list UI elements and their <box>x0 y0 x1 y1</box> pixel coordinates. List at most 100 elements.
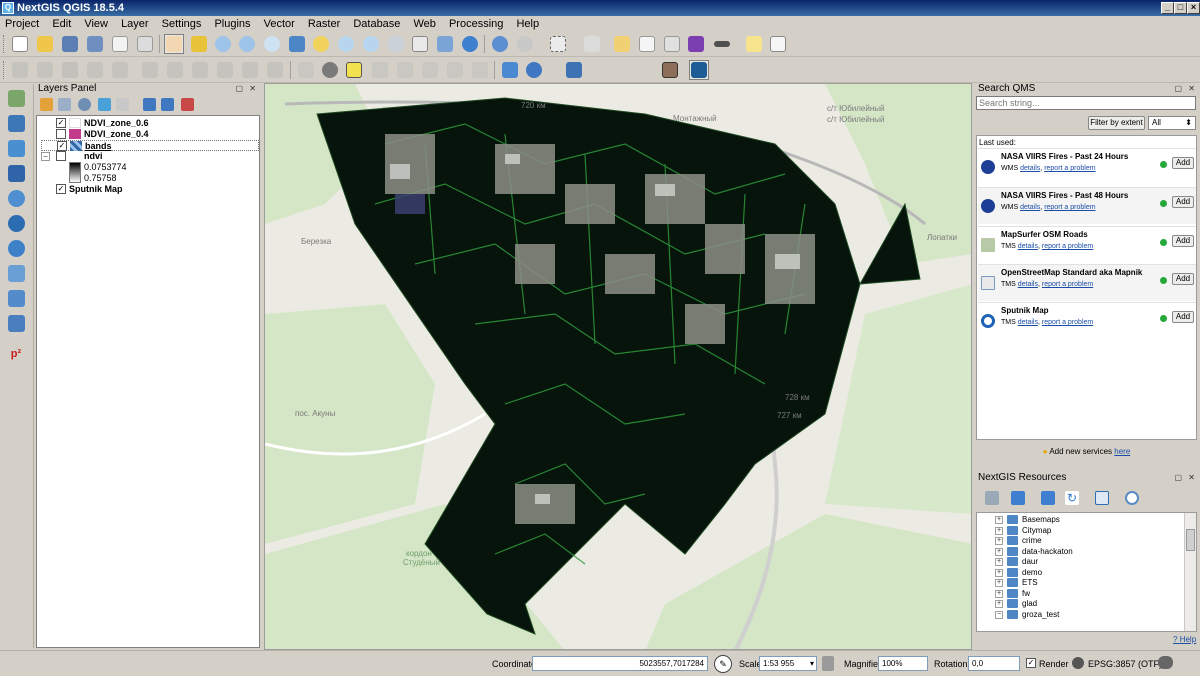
coordinate-field[interactable]: 5023557,7017284 <box>532 656 708 671</box>
zoom-last-button[interactable] <box>361 34 381 54</box>
pan-map-button[interactable] <box>164 34 184 54</box>
service-item[interactable]: NASA VIIRS Fires - Past 24 Hours WMS det… <box>978 148 1196 185</box>
layer-labeling-button[interactable] <box>296 60 316 80</box>
menu-web[interactable]: Web <box>408 16 440 30</box>
toolbar-grip[interactable] <box>3 35 6 53</box>
settings-gear-icon[interactable] <box>1125 491 1139 505</box>
add-wcs-layer-button[interactable] <box>6 213 26 233</box>
details-link[interactable]: details <box>1018 281 1038 288</box>
maximize-button[interactable]: □ <box>1174 2 1187 14</box>
layer-item[interactable]: ✓ NDVI_zone_0.6 <box>41 118 251 129</box>
filter-by-extent-button[interactable]: Filter by extent <box>1088 116 1145 130</box>
text-annotation-button[interactable] <box>768 34 788 54</box>
map-tips-button[interactable] <box>744 34 764 54</box>
filter-expression-icon[interactable] <box>116 98 129 111</box>
magnifier-field[interactable]: 100% <box>878 656 928 671</box>
deselect-button[interactable] <box>612 34 632 54</box>
menu-view[interactable]: View <box>79 16 113 30</box>
node-tool-button[interactable] <box>140 60 160 80</box>
pan-to-selection-button[interactable] <box>189 34 209 54</box>
new-print-layout-button[interactable] <box>110 34 130 54</box>
add-wfs-layer-button[interactable] <box>6 238 26 258</box>
add-service-button[interactable]: Add <box>1172 196 1194 208</box>
select-features-button[interactable] <box>548 34 568 54</box>
details-link[interactable]: details <box>1018 319 1038 326</box>
rotate-label-button[interactable] <box>445 60 465 80</box>
create-group-icon[interactable] <box>1041 491 1055 505</box>
filter-legend-icon[interactable] <box>98 98 111 111</box>
identify-button[interactable] <box>490 34 510 54</box>
expand-icon[interactable]: − <box>995 610 1003 619</box>
toggle-extents-icon[interactable]: ✎ <box>714 655 732 673</box>
plugin-tool-button[interactable] <box>500 60 520 80</box>
render-checkbox[interactable]: ✓ <box>1026 658 1036 668</box>
add-feature-button[interactable] <box>85 60 105 80</box>
pin-labels-button[interactable] <box>370 60 390 80</box>
save-project-button[interactable] <box>60 34 80 54</box>
open-map-icon[interactable] <box>1095 491 1109 505</box>
menu-raster[interactable]: Raster <box>303 16 345 30</box>
details-link[interactable]: details <box>1018 243 1038 250</box>
expand-icon[interactable]: + <box>995 516 1003 524</box>
layer-item-selected[interactable]: ✓ bands <box>41 140 259 151</box>
add-service-button[interactable]: Add <box>1172 157 1194 169</box>
save-as-button[interactable] <box>85 34 105 54</box>
service-item[interactable]: OpenStreetMap Standard aka Mapnik TMS de… <box>978 264 1196 301</box>
service-item[interactable]: NASA VIIRS Fires - Past 48 Hours WMS det… <box>978 187 1196 224</box>
add-delimited-text-button[interactable] <box>6 263 26 283</box>
dock-float-close-icon[interactable]: ▢ ✕ <box>1175 473 1197 482</box>
refresh-icon[interactable]: ↻ <box>1065 491 1079 505</box>
add-spatialite-layer-button[interactable] <box>6 188 26 208</box>
add-postgis-layer-button[interactable] <box>6 138 26 158</box>
menu-settings[interactable]: Settings <box>157 16 207 30</box>
import-layer-icon[interactable] <box>985 491 999 505</box>
python-console-button[interactable] <box>564 60 584 80</box>
layer-visibility-checkbox[interactable] <box>56 129 66 139</box>
expand-icon[interactable]: + <box>995 537 1003 545</box>
change-label-button[interactable] <box>470 60 490 80</box>
move-label-button[interactable] <box>420 60 440 80</box>
layer-item[interactable]: − ndvi <box>41 151 251 162</box>
expand-icon[interactable]: + <box>995 568 1003 577</box>
details-link[interactable]: details <box>1020 165 1040 172</box>
zoom-to-layer-button[interactable] <box>336 34 356 54</box>
minimize-button[interactable]: _ <box>1161 2 1174 14</box>
report-problem-link[interactable]: report a problem <box>1044 204 1095 211</box>
menu-help[interactable]: Help <box>511 16 544 30</box>
new-map-view-button[interactable] <box>410 34 430 54</box>
qms-search-input[interactable]: Search string... <box>976 96 1196 110</box>
add-new-services-link[interactable]: here <box>1114 447 1130 456</box>
copy-features-button[interactable] <box>215 60 235 80</box>
highlight-label-button[interactable] <box>344 60 364 80</box>
zoom-to-selection-button[interactable] <box>311 34 331 54</box>
layer-visibility-checkbox[interactable]: ✓ <box>56 184 66 194</box>
statistics-button[interactable] <box>686 34 706 54</box>
layer-item[interactable]: ✓ Sputnik Map <box>41 184 251 195</box>
service-item[interactable]: MapSurfer OSM Roads TMS details, report … <box>978 226 1196 263</box>
collapse-icon[interactable]: − <box>41 152 50 161</box>
current-edits-button[interactable] <box>10 60 30 80</box>
field-calculator-button[interactable] <box>662 34 682 54</box>
new-project-button[interactable] <box>10 34 30 54</box>
layer-visibility-checkbox[interactable]: ✓ <box>56 118 66 128</box>
run-action-button[interactable] <box>515 34 535 54</box>
paste-features-button[interactable] <box>240 60 260 80</box>
layer-item[interactable]: NDVI_zone_0.4 <box>41 129 251 140</box>
lock-scale-icon[interactable] <box>822 656 834 671</box>
dock-float-close-icon[interactable]: ▢ ✕ <box>236 84 258 93</box>
details-link[interactable]: details <box>1020 204 1040 211</box>
zoom-next-button[interactable] <box>386 34 406 54</box>
undo-button[interactable] <box>265 60 285 80</box>
zoom-out-button[interactable] <box>237 34 257 54</box>
report-problem-link[interactable]: report a problem <box>1042 319 1093 326</box>
expand-icon[interactable]: + <box>995 579 1003 587</box>
expand-icon[interactable]: + <box>995 600 1003 608</box>
menu-database[interactable]: Database <box>348 16 405 30</box>
add-service-button[interactable]: Add <box>1172 235 1194 247</box>
menu-edit[interactable]: Edit <box>47 16 76 30</box>
menu-vector[interactable]: Vector <box>259 16 300 30</box>
add-service-button[interactable]: Add <box>1172 273 1194 285</box>
scale-combo[interactable]: 1:53 955 ▾ <box>759 656 817 671</box>
expand-icon[interactable]: + <box>995 589 1003 598</box>
map-canvas[interactable]: Монтажный с/т Юбилейный с/т Юбилейный по… <box>264 83 972 650</box>
